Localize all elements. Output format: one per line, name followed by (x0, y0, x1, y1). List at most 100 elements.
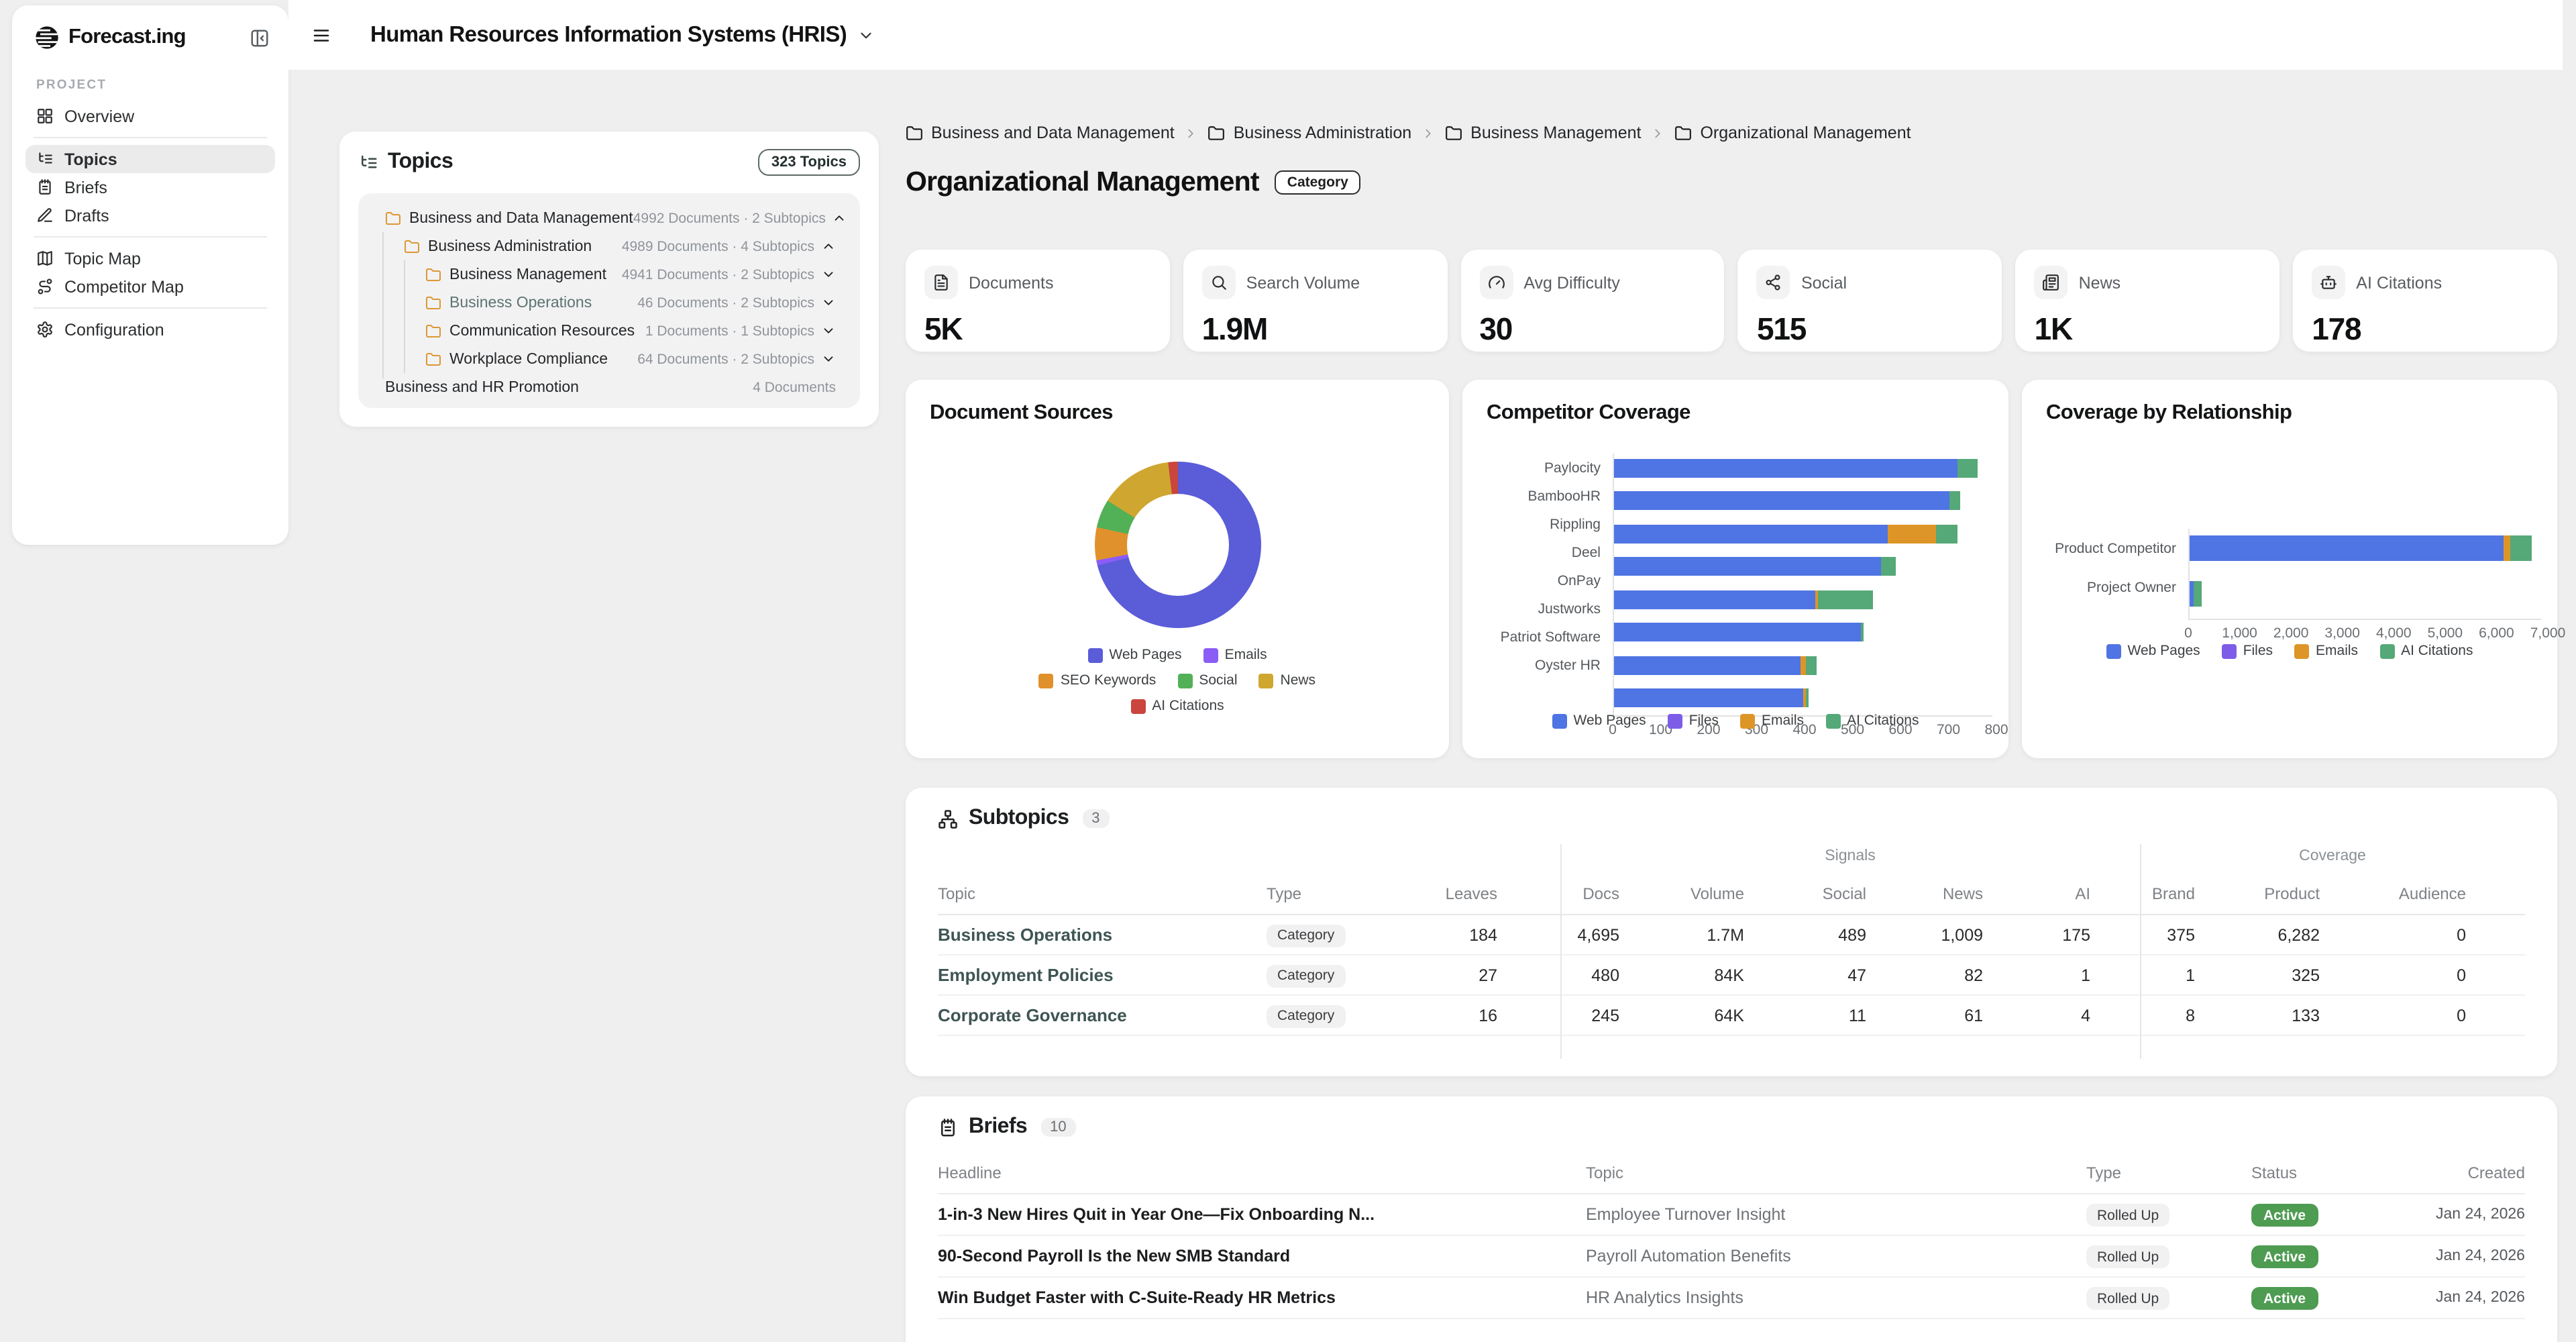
notepad-icon (938, 1117, 958, 1137)
status-badge: Active (2251, 1246, 2318, 1269)
legend-item[interactable]: Emails (2294, 643, 2358, 659)
sidebar-item-drafts[interactable]: Drafts (25, 201, 275, 229)
sidebar-item-briefs[interactable]: Briefs (25, 173, 275, 201)
legend-label: Emails (2316, 643, 2358, 659)
sidebar-item-competitor-map[interactable]: Competitor Map (25, 272, 275, 301)
brief-topic: Employee Turnover Insight (1586, 1205, 2086, 1224)
table-cell: 325 (2195, 966, 2320, 984)
breadcrumb-item[interactable]: Organizational Management (1674, 123, 1911, 142)
x-axis-tick-label: 4,000 (2376, 625, 2412, 641)
legend-item[interactable]: News (1259, 672, 1316, 688)
category-pill: Category (1267, 965, 1345, 988)
subtopic-row[interactable]: Business OperationsCategory1844,6951.7M4… (938, 915, 2525, 956)
subtopic-row[interactable]: Employment PoliciesCategory2748084K47821… (938, 956, 2525, 996)
subtopics-title: Subtopics (969, 807, 1069, 831)
chevron-down-icon[interactable] (821, 267, 836, 282)
tree-item-meta: 4992 Documents · 2 Subtopics (633, 210, 826, 226)
sidebar-nav: Overview TopicsBriefsDrafts Topic Map Compe… (25, 102, 275, 344)
subtopics-header: Subtopics 3 (938, 807, 2525, 831)
legend-swatch (1740, 713, 1755, 728)
search-icon (1210, 274, 1228, 291)
brief-headline[interactable]: Win Budget Faster with C-Suite-Ready HR … (938, 1288, 1586, 1307)
table-cell: 1 (1983, 966, 2090, 984)
breadcrumb-item[interactable]: Business and Data Management (906, 123, 1175, 142)
column-header: Docs (1497, 874, 1619, 914)
legend-swatch (2294, 643, 2309, 658)
legend-item[interactable]: Social (1177, 672, 1237, 688)
subtopic-row[interactable]: Corporate GovernanceCategory1624564K1161… (938, 996, 2525, 1036)
axis-category-label: Deel (1487, 538, 1613, 566)
breadcrumb-item[interactable]: Business Administration (1208, 123, 1411, 142)
tree-row[interactable]: Business Operations46 Documents · 2 Subt… (369, 289, 849, 317)
legend-item[interactable]: AI Citations (1130, 698, 1224, 714)
axis-category-label: Oyster HR (1487, 651, 1613, 679)
legend-swatch (2222, 643, 2237, 658)
legend-item[interactable]: Web Pages (2106, 643, 2200, 659)
topics-count-badge[interactable]: 323 Topics (758, 149, 860, 176)
bar-segment (1805, 656, 1816, 674)
category-pill: Category (1267, 925, 1345, 947)
tree-row[interactable]: Business Administration4989 Documents · … (369, 232, 849, 260)
subtopic-name[interactable]: Corporate Governance (938, 1005, 1267, 1025)
breadcrumb-item[interactable]: Business Management (1445, 123, 1641, 142)
table-cell: 1 (2090, 966, 2195, 984)
sidebar-item-configuration[interactable]: Configuration (25, 315, 275, 344)
chevron-down-icon[interactable] (821, 323, 836, 338)
sidebar-item-topics[interactable]: Topics (25, 145, 275, 173)
chart-title: Competitor Coverage (1487, 401, 1984, 425)
sidebar-item-topic-map[interactable]: Topic Map (25, 244, 275, 272)
chevron-down-icon[interactable] (821, 295, 836, 310)
coverage-relationship-card: Coverage by Relationship Product Competi… (2022, 380, 2557, 758)
tree-item-label: Business and Data Management (409, 210, 633, 226)
stacked-bar (1614, 623, 1984, 641)
table-cell: 6,282 (2195, 925, 2320, 944)
subtopic-name[interactable]: Employment Policies (938, 965, 1267, 985)
breadcrumb-label: Business and Data Management (931, 123, 1175, 142)
brief-type: Rolled Up (2086, 1244, 2251, 1269)
brief-status: Active (2251, 1244, 2423, 1269)
x-axis-tick-label: 5,000 (2428, 625, 2463, 641)
sidebar-item-label: Topic Map (64, 249, 141, 268)
legend-item[interactable]: AI Citations (1825, 713, 1919, 729)
legend-swatch (2106, 643, 2121, 658)
project-switcher[interactable]: Human Resources Information Systems (HRI… (370, 22, 875, 48)
legend-label: Web Pages (1574, 713, 1646, 729)
table-cell: 0 (2320, 1006, 2466, 1025)
table-cell: 245 (1497, 1006, 1619, 1025)
sidebar-item-overview[interactable]: Overview (25, 102, 275, 130)
folder-icon (906, 124, 923, 142)
column-header: Leaves (1414, 874, 1497, 914)
legend-item[interactable]: Web Pages (1552, 713, 1646, 729)
chevron-up-icon[interactable] (833, 211, 847, 225)
legend-item[interactable]: AI Citations (2379, 643, 2473, 659)
brief-row[interactable]: Win Budget Faster with C-Suite-Ready HR … (938, 1278, 2525, 1319)
tree-row[interactable]: Workplace Compliance64 Documents · 2 Sub… (369, 345, 849, 373)
bar-segment (1888, 524, 1936, 543)
legend-item[interactable]: SEO Keywords (1039, 672, 1156, 688)
legend-item[interactable]: Files (2222, 643, 2273, 659)
breadcrumb: Business and Data Management Business Adm… (906, 123, 1911, 142)
panel-collapse-icon[interactable] (250, 28, 270, 48)
brief-headline[interactable]: 90-Second Payroll Is the New SMB Standar… (938, 1247, 1586, 1266)
chevron-up-icon[interactable] (821, 239, 836, 254)
bar-segment (2510, 535, 2532, 561)
tree-item-meta: 1 Documents · 1 Subtopics (645, 323, 814, 339)
subtopics-card: Subtopics 3 SignalsCoverageTopicTypeLeav… (906, 788, 2557, 1076)
tree-row[interactable]: Business and Data Management4992 Documen… (369, 204, 849, 232)
tree-row[interactable]: Business and HR Promotion4 Documents (369, 373, 849, 401)
brief-row[interactable]: 90-Second Payroll Is the New SMB Standar… (938, 1236, 2525, 1278)
tree-row[interactable]: Business Management4941 Documents · 2 Su… (369, 260, 849, 289)
brief-row[interactable]: 1-in-3 New Hires Quit in Year One—Fix On… (938, 1194, 2525, 1236)
legend-item[interactable]: Files (1668, 713, 1719, 729)
subtopic-name[interactable]: Business Operations (938, 925, 1267, 945)
chevron-down-icon[interactable] (821, 352, 836, 366)
legend-item[interactable]: Web Pages (1087, 647, 1181, 663)
app-logo[interactable]: Forecast.ing (34, 24, 186, 51)
legend-item[interactable]: Emails (1740, 713, 1804, 729)
tree-row[interactable]: Communication Resources1 Documents · 1 S… (369, 317, 849, 345)
menu-icon[interactable] (311, 25, 331, 45)
legend-label: News (1281, 672, 1316, 688)
legend-item[interactable]: Emails (1203, 647, 1267, 663)
brief-headline[interactable]: 1-in-3 New Hires Quit in Year One—Fix On… (938, 1205, 1586, 1224)
column-header: Status (2251, 1153, 2423, 1193)
